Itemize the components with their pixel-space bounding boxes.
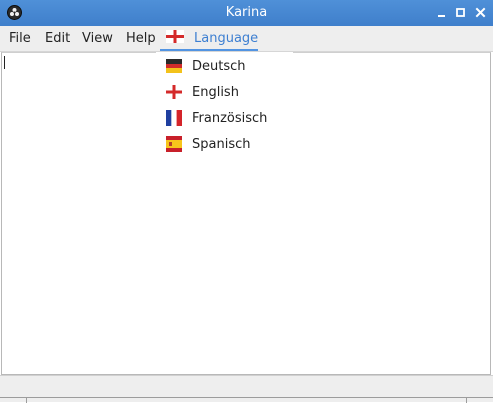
- text-cursor: [4, 56, 5, 69]
- close-icon: [475, 7, 486, 18]
- language-menu: Deutsch English Französisch Spanisch: [156, 52, 293, 160]
- language-item-english[interactable]: English: [156, 80, 293, 106]
- menu-edit[interactable]: Edit: [45, 26, 70, 52]
- menu-view[interactable]: View: [82, 26, 113, 52]
- status-bar-divider: [0, 397, 493, 398]
- title-bar[interactable]: Karina: [0, 0, 493, 26]
- language-item-franzoesisch[interactable]: Französisch: [156, 106, 293, 132]
- menu-help[interactable]: Help: [126, 26, 156, 52]
- maximize-icon: [456, 8, 465, 17]
- active-menu-indicator: [160, 49, 258, 51]
- close-button[interactable]: [472, 4, 489, 21]
- language-item-label: Spanisch: [192, 137, 251, 152]
- status-bar-separator: [26, 397, 27, 403]
- spanish-flag-icon: [166, 136, 182, 152]
- minimize-icon: [438, 15, 445, 17]
- french-flag-icon: [166, 110, 182, 126]
- language-item-spanisch[interactable]: Spanisch: [156, 132, 293, 158]
- maximize-button[interactable]: [452, 4, 469, 21]
- status-bar-separator: [466, 397, 467, 403]
- german-flag-icon: [166, 59, 182, 73]
- language-item-label: English: [192, 85, 239, 100]
- english-flag-icon: [166, 30, 184, 43]
- language-item-label: Deutsch: [192, 59, 246, 74]
- window-title: Karina: [225, 5, 268, 20]
- language-item-label: Französisch: [192, 111, 268, 126]
- status-bar: [0, 375, 493, 403]
- english-flag-icon: [166, 85, 182, 99]
- menu-file[interactable]: File: [9, 26, 31, 52]
- minimize-button[interactable]: [433, 4, 450, 21]
- language-item-deutsch[interactable]: Deutsch: [156, 54, 293, 80]
